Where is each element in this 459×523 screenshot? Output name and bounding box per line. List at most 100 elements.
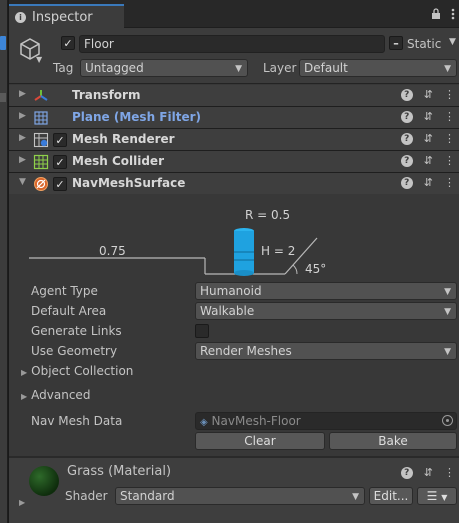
- component-navmesh-surface[interactable]: ▼ ✓ NavMeshSurface ? ⇵ ⋮: [9, 173, 459, 195]
- collapsed-arrow-icon[interactable]: ▶: [19, 89, 26, 99]
- material-preview-sphere[interactable]: [29, 466, 59, 496]
- collapsed-arrow-icon[interactable]: ▶: [19, 498, 25, 507]
- agent-diagram: R = 0.5 H = 2 0.75 45°: [29, 208, 326, 276]
- more-options-icon[interactable]: ⋮: [444, 110, 455, 123]
- max-slope-label: 45°: [305, 262, 326, 276]
- preset-icon[interactable]: ⇵: [424, 110, 433, 123]
- object-name-input[interactable]: Floor: [79, 35, 385, 53]
- more-options-icon[interactable]: ⋮: [444, 132, 455, 145]
- object-collection-label: Object Collection: [31, 364, 134, 378]
- material-section: ▶ Grass (Material) ? ⇵ ⋮ Shader Standard…: [9, 458, 459, 523]
- bake-button[interactable]: Bake: [329, 432, 457, 450]
- agent-type-value: Humanoid: [200, 284, 262, 298]
- component-mesh-collider[interactable]: ▶ ✓ Mesh Collider ? ⇵ ⋮: [9, 151, 459, 173]
- gameobject-header: ▼ ✓ Floor – Static ▼ Tag Untagged ▼ Laye…: [9, 28, 459, 84]
- tab-inspector-label: Inspector: [32, 9, 93, 25]
- tag-value: Untagged: [85, 61, 144, 75]
- component-title: Mesh Collider: [72, 154, 164, 168]
- mesh-renderer-icon: [33, 132, 49, 148]
- shader-menu-button[interactable]: ☰ ▼: [417, 487, 457, 505]
- more-options-icon[interactable]: ⋮: [444, 466, 455, 479]
- collapsed-arrow-icon[interactable]: ▶: [19, 111, 26, 121]
- component-enabled-checkbox[interactable]: ✓: [53, 155, 67, 169]
- tag-dropdown[interactable]: Untagged ▼: [80, 59, 248, 77]
- collapsed-arrow-icon: ▶: [21, 392, 28, 401]
- step-height-label: 0.75: [99, 244, 126, 258]
- tag-label: Tag: [53, 61, 74, 75]
- preset-icon[interactable]: ⇵: [424, 176, 433, 189]
- default-area-value: Walkable: [200, 304, 255, 318]
- mesh-filter-icon: [34, 111, 48, 125]
- use-geometry-dropdown[interactable]: Render Meshes ▼: [195, 342, 457, 360]
- more-options-icon[interactable]: [451, 8, 455, 23]
- generate-links-checkbox[interactable]: [195, 324, 209, 338]
- preset-icon[interactable]: ⇵: [424, 466, 433, 479]
- agent-type-label: Agent Type: [31, 284, 98, 298]
- agent-type-dropdown[interactable]: Humanoid ▼: [195, 282, 457, 300]
- scene-edge: [0, 0, 8, 523]
- component-enabled-checkbox[interactable]: ✓: [53, 133, 67, 147]
- radius-label: R = 0.5: [245, 208, 290, 222]
- nav-mesh-data-value: NavMesh-Floor: [211, 414, 301, 428]
- preset-icon[interactable]: ⇵: [424, 132, 433, 145]
- expanded-arrow-icon[interactable]: ▼: [19, 177, 26, 187]
- help-icon[interactable]: ?: [400, 88, 413, 101]
- component-title: Transform: [72, 88, 141, 102]
- chevron-down-icon: ▼: [444, 347, 451, 357]
- default-area-dropdown[interactable]: Walkable ▼: [195, 302, 457, 320]
- height-label: H = 2: [261, 244, 295, 258]
- default-area-label: Default Area: [31, 304, 107, 318]
- active-checkbox[interactable]: ✓: [61, 36, 75, 50]
- navmesh-surface-body: R = 0.5 H = 2 0.75 45° Agent Type Humano…: [9, 194, 459, 456]
- navmesh-surface-icon: [34, 177, 48, 191]
- layer-value: Default: [304, 61, 348, 75]
- collapsed-arrow-icon[interactable]: ▶: [19, 133, 26, 143]
- preset-icon[interactable]: ⇵: [424, 154, 433, 167]
- chevron-down-icon: ▼: [352, 492, 359, 502]
- inspector-panel: i Inspector ▼ ✓ Floor – Static ▼ Tag Unt…: [9, 0, 459, 523]
- object-collection-foldout[interactable]: ▶ Object Collection: [21, 364, 133, 378]
- static-label: Static: [407, 37, 442, 51]
- advanced-foldout[interactable]: ▶ Advanced: [21, 388, 90, 402]
- static-checkbox[interactable]: –: [389, 36, 403, 50]
- chevron-down-icon: ▼: [235, 64, 242, 74]
- preset-icon[interactable]: ⇵: [424, 88, 433, 101]
- shader-edit-button[interactable]: Edit...: [369, 487, 413, 505]
- layer-label: Layer: [263, 61, 297, 75]
- help-icon[interactable]: ?: [400, 132, 413, 145]
- shader-label: Shader: [65, 489, 108, 503]
- scene-edge-highlight: [0, 36, 6, 50]
- material-name: Grass (Material): [67, 464, 172, 479]
- more-options-icon[interactable]: ⋮: [444, 176, 455, 189]
- nav-mesh-data-field[interactable]: ◈ NavMesh-Floor: [195, 412, 457, 430]
- list-icon: ☰: [426, 489, 438, 503]
- layer-dropdown[interactable]: Default ▼: [299, 59, 457, 77]
- chevron-down-icon: ▼: [444, 64, 451, 74]
- help-icon[interactable]: ?: [400, 466, 413, 479]
- component-mesh-renderer[interactable]: ▶ ✓ Mesh Renderer ? ⇵ ⋮: [9, 129, 459, 151]
- static-dropdown-caret-icon[interactable]: ▼: [449, 37, 456, 47]
- shader-dropdown[interactable]: Standard ▼: [115, 487, 365, 505]
- clear-button[interactable]: Clear: [195, 432, 325, 450]
- component-mesh-filter[interactable]: ▶ Plane (Mesh Filter) ? ⇵ ⋮: [9, 107, 459, 129]
- use-geometry-label: Use Geometry: [31, 344, 118, 358]
- component-enabled-checkbox[interactable]: ✓: [53, 177, 67, 191]
- more-options-icon[interactable]: ⋮: [444, 154, 455, 167]
- shader-value: Standard: [120, 489, 175, 503]
- more-options-icon[interactable]: ⋮: [444, 88, 455, 101]
- help-icon[interactable]: ?: [400, 110, 413, 123]
- collapsed-arrow-icon[interactable]: ▶: [19, 155, 26, 165]
- object-picker-icon[interactable]: [442, 415, 453, 426]
- tab-inspector[interactable]: i Inspector: [9, 4, 124, 28]
- help-icon[interactable]: ?: [400, 176, 413, 189]
- component-transform[interactable]: ▶ Transform ? ⇵ ⋮: [9, 85, 459, 107]
- scene-edge-bar: [0, 93, 6, 102]
- chevron-down-icon: ▼: [444, 307, 451, 317]
- advanced-label: Advanced: [31, 388, 91, 402]
- component-title: Mesh Renderer: [72, 132, 175, 146]
- help-icon[interactable]: ?: [400, 154, 413, 167]
- chevron-down-icon: ▼: [444, 287, 451, 297]
- chevron-down-icon[interactable]: ▼: [36, 55, 42, 64]
- tab-bar-controls: [431, 8, 455, 23]
- lock-icon[interactable]: [431, 8, 441, 23]
